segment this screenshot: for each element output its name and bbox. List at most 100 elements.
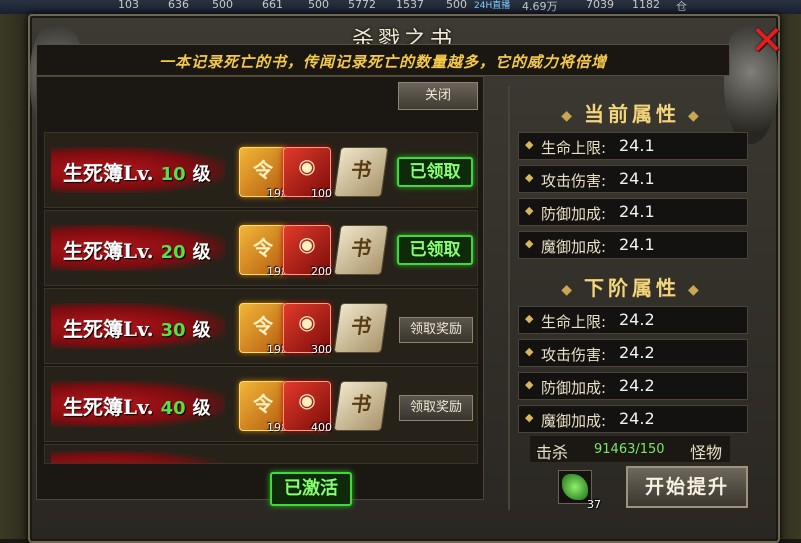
start-upgrade-button[interactable]: 开始提升 [626, 466, 748, 508]
book-name: 生死簿 [63, 239, 123, 263]
item-count: 400 [311, 421, 332, 434]
gold-token-icon[interactable]: 令 198 [239, 147, 288, 200]
level-number: 30 [160, 320, 186, 341]
hud-stat: 1182 [632, 0, 660, 11]
book-icon[interactable]: 书 [333, 303, 389, 353]
book-name: 生死簿 [63, 395, 123, 419]
hud-stat: 103 [118, 0, 139, 11]
attr-row: ◆ 魔御加成: 24.1 [518, 231, 748, 259]
attr-row: ◆ 生命上限: 24.2 [518, 306, 748, 334]
game-hud-bar: 103 636 500 661 500 5772 1537 500 24H直播 … [0, 0, 801, 14]
gem-glyph [562, 474, 588, 500]
hud-stat: 500 [446, 0, 467, 11]
diamond-icon: ◆ [525, 204, 534, 217]
gold-token-icon[interactable]: 令 198 [239, 225, 288, 278]
ornament-icon: ◆ [561, 281, 576, 298]
level-number: 40 [160, 398, 186, 419]
attr-value: 24.1 [619, 169, 655, 188]
level-number: 10 [160, 164, 186, 185]
attr-row: ◆ 防御加成: 24.2 [518, 372, 748, 400]
subtitle-bar: 一本记录死亡的书，传闻记录死亡的数量越多，它的威力将倍增 [36, 44, 730, 76]
green-gem-icon[interactable]: 37 [558, 470, 601, 511]
level-unit: 级 [192, 242, 211, 263]
window-subtitle: 一本记录死亡的书，传闻记录死亡的数量越多，它的威力将倍增 [158, 53, 607, 71]
book-name: 生死簿 [63, 317, 123, 341]
gold-token-icon[interactable]: 令 198 [239, 303, 288, 356]
hud-stat: 1537 [396, 0, 424, 11]
attr-row: ◆ 攻击伤害: 24.1 [518, 165, 748, 193]
level-title: 生死簿Lv. 10 级 [63, 157, 211, 186]
close-icon[interactable]: ✕ [748, 21, 786, 61]
diamond-icon: ◆ [525, 345, 534, 358]
claim-reward-button[interactable]: 领取奖励 [399, 395, 473, 421]
level-unit: 级 [192, 398, 211, 419]
red-envelope-icon[interactable]: ◉ 100 [283, 147, 332, 200]
diamond-icon: ◆ [525, 312, 534, 325]
hud-stat: 24H直播 [474, 1, 511, 11]
attr-label: 魔御加成: [541, 412, 607, 430]
reward-row: 生死簿Lv. 20 级 令 198 ◉ 200 书 已领取 [44, 210, 478, 286]
attr-label: 攻击伤害: [541, 172, 607, 190]
book-icon[interactable]: 书 [333, 147, 389, 197]
book-icon[interactable]: 书 [333, 381, 389, 431]
level-title: 生死簿Lv. 20 级 [63, 235, 211, 264]
hud-stat: 636 [168, 0, 189, 11]
level-unit: 级 [192, 164, 211, 185]
attr-row: ◆ 攻击伤害: 24.2 [518, 339, 748, 367]
attr-row: ◆ 魔御加成: 24.2 [518, 405, 748, 433]
hud-stat: 7039 [586, 0, 614, 11]
level-ribbon: 生死簿Lv. 20 级 [51, 225, 225, 271]
red-envelope-icon[interactable]: ◉ 400 [283, 381, 332, 434]
lv-prefix: Lv. [123, 161, 154, 185]
attr-label: 魔御加成: [541, 238, 607, 256]
reward-row-partial [44, 444, 478, 464]
close-button[interactable]: 关闭 [398, 82, 478, 110]
level-unit: 级 [192, 320, 211, 341]
hud-stat: 500 [212, 0, 233, 11]
next-attrs-label: 下阶属性 [584, 276, 680, 300]
activated-button[interactable]: 已激活 [270, 472, 352, 506]
attr-row: ◆ 生命上限: 24.1 [518, 132, 748, 160]
diamond-icon: ◆ [525, 138, 534, 151]
kill-counter: 击杀 91463/150 怪物 [530, 436, 730, 462]
level-ribbon: 生死簿Lv. 40 级 [51, 381, 225, 427]
level-title: 生死簿Lv. 40 级 [63, 391, 211, 420]
book-icon[interactable]: 书 [333, 225, 389, 275]
level-ribbon: 生死簿Lv. 10 级 [51, 147, 225, 193]
claimed-button[interactable]: 已领取 [397, 235, 473, 265]
red-envelope-icon[interactable]: ◉ 300 [283, 303, 332, 356]
lv-prefix: Lv. [123, 317, 154, 341]
attr-value: 24.1 [619, 136, 655, 155]
item-count: 200 [311, 265, 332, 278]
ornament-icon: ◆ [688, 281, 703, 298]
hud-corner-char: 仓 [676, 0, 687, 13]
gem-count: 37 [587, 498, 601, 511]
hud-stat: 5772 [348, 0, 376, 11]
current-attrs-label: 当前属性 [584, 102, 680, 126]
claim-reward-button[interactable]: 领取奖励 [399, 317, 473, 343]
kill-suffix: 怪物 [690, 443, 723, 462]
attr-value: 24.1 [619, 235, 655, 254]
attr-label: 攻击伤害: [541, 346, 607, 364]
hud-stat: 661 [262, 0, 283, 11]
attr-label: 生命上限: [541, 313, 607, 331]
attr-value: 24.2 [619, 343, 655, 362]
lv-prefix: Lv. [123, 239, 154, 263]
attr-label: 防御加成: [541, 205, 607, 223]
red-envelope-icon[interactable]: ◉ 200 [283, 225, 332, 278]
lv-prefix: Lv. [123, 395, 154, 419]
kill-label: 击杀 [536, 443, 569, 462]
attr-value: 24.2 [619, 409, 655, 428]
book-name: 生死簿 [63, 161, 123, 185]
attr-label: 生命上限: [541, 139, 607, 157]
diamond-icon: ◆ [525, 378, 534, 391]
claimed-button[interactable]: 已领取 [397, 157, 473, 187]
hud-stat: 4.69万 [522, 0, 558, 13]
attr-row: ◆ 防御加成: 24.1 [518, 198, 748, 226]
gold-token-icon[interactable]: 令 198 [239, 381, 288, 434]
reward-row: 生死簿Lv. 40 级 令 198 ◉ 400 书 领取奖励 [44, 366, 478, 442]
current-attrs-title: ◆ 当前属性 ◆ [512, 98, 752, 127]
diamond-icon: ◆ [525, 171, 534, 184]
level-ribbon [51, 451, 225, 463]
attr-label: 防御加成: [541, 379, 607, 397]
